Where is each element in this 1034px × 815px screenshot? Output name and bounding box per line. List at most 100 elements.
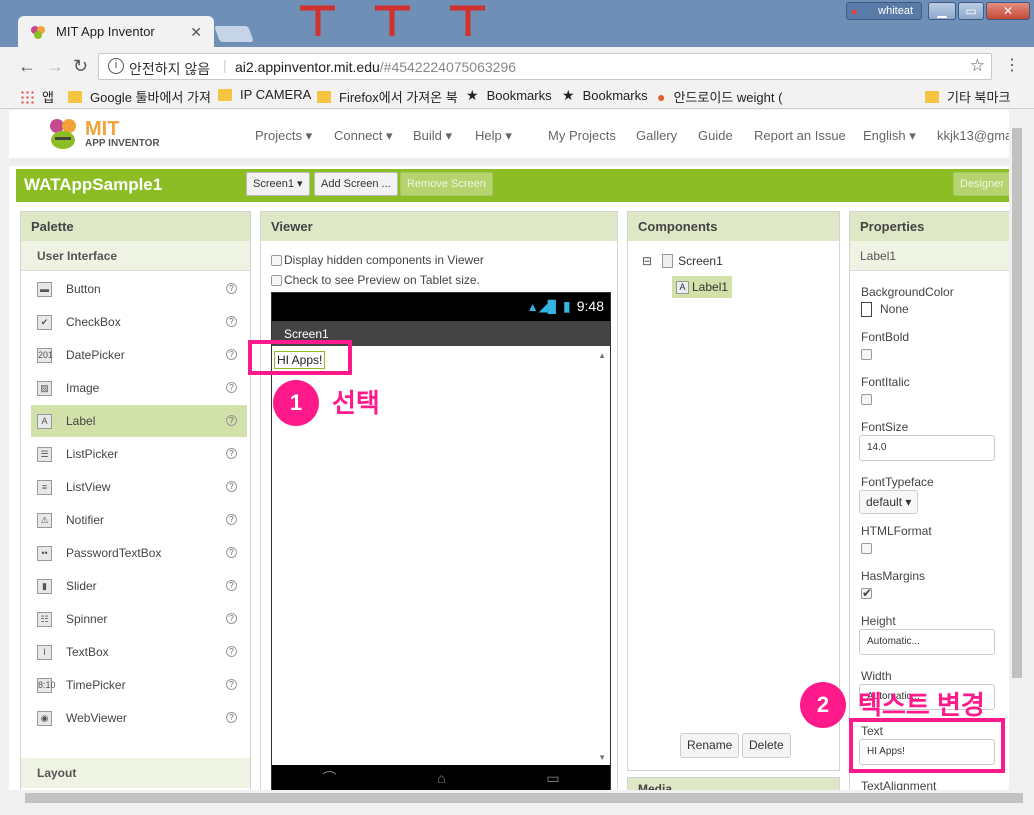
minimize-button[interactable]: ▁ <box>928 2 956 20</box>
tree-item-screen1[interactable]: Screen1 <box>678 254 723 268</box>
delete-button[interactable]: Delete <box>742 733 791 758</box>
help-icon[interactable]: ? <box>226 547 237 558</box>
menu-connect[interactable]: Connect ▾ <box>334 128 393 144</box>
prop-htmlformat-checkbox[interactable] <box>861 543 872 554</box>
tablet-preview-checkbox[interactable]: Check to see Preview on Tablet size. <box>271 273 480 287</box>
listpicker-icon: ☰ <box>37 446 52 462</box>
prop-fontitalic-checkbox[interactable] <box>861 394 872 405</box>
menu-help[interactable]: Help ▾ <box>475 128 512 144</box>
browser-menu-icon[interactable]: ⋮ <box>1004 55 1020 75</box>
bookmark-apps[interactable]: 앱 <box>20 87 54 106</box>
prop-fontbold-checkbox[interactable] <box>861 349 872 360</box>
help-icon[interactable]: ? <box>226 646 237 657</box>
rename-button[interactable]: Rename <box>680 733 740 758</box>
url-text: ai2.appinventor.mit.edu/#454222407506329… <box>235 59 517 75</box>
palette-category-user-interface[interactable]: User Interface <box>21 241 250 271</box>
scroll-up-icon[interactable]: ▲ <box>598 351 606 360</box>
menu-projects[interactable]: Projects ▾ <box>255 128 312 144</box>
help-icon[interactable]: ? <box>226 613 237 624</box>
menu-language[interactable]: English ▾ <box>863 128 916 144</box>
prop-height-input[interactable]: Automatic... <box>859 629 995 655</box>
palette-item-image[interactable]: ▨ Image? <box>31 372 247 404</box>
bookmark-folder-google[interactable]: Google 툴바에서 가져 <box>68 87 211 106</box>
screen-select[interactable]: Screen1 ▾ <box>246 172 310 196</box>
help-icon[interactable]: ? <box>226 580 237 591</box>
reload-icon[interactable]: ↻ <box>73 56 88 77</box>
help-icon[interactable]: ? <box>226 316 237 327</box>
designer-button[interactable]: Designer <box>953 172 1009 196</box>
maximize-button[interactable]: ▭ <box>958 2 984 20</box>
palette-item-textbox[interactable]: I TextBox? <box>31 636 247 668</box>
palette-item-datepicker[interactable]: 201 DatePicker? <box>31 339 247 371</box>
checkbox-icon[interactable] <box>271 254 282 266</box>
close-window-button[interactable]: ✕ <box>986 2 1030 20</box>
tree-item-label1[interactable]: Label1 <box>692 280 728 294</box>
help-icon[interactable]: ? <box>226 481 237 492</box>
bookmark-other[interactable]: 기타 북마크 <box>925 87 1010 106</box>
add-screen-button[interactable]: Add Screen ... <box>314 172 398 196</box>
palette-item-checkbox[interactable]: ✔ CheckBox? <box>31 306 247 338</box>
help-icon[interactable]: ? <box>226 514 237 525</box>
link-gallery[interactable]: Gallery <box>636 128 677 143</box>
palette-item-webviewer[interactable]: ◉ WebViewer? <box>31 702 247 734</box>
bookmark-bookmarks-2[interactable]: ★ Bookmarks <box>562 87 648 104</box>
bookmark-star-icon[interactable]: ☆ <box>970 56 985 76</box>
link-my-projects[interactable]: My Projects <box>548 128 616 143</box>
palette-item-slider[interactable]: ▮ Slider? <box>31 570 247 602</box>
display-hidden-checkbox[interactable]: Display hidden components in Viewer <box>271 253 484 267</box>
collapse-icon[interactable]: ⊟ <box>642 254 652 268</box>
profile-badge[interactable]: ● whiteat <box>846 2 922 20</box>
info-icon[interactable]: i <box>108 58 124 74</box>
palette-item-notifier[interactable]: ⚠ Notifier? <box>31 504 247 536</box>
project-toolbar: WATAppSample1 Screen1 ▾ Add Screen ... R… <box>16 169 1009 202</box>
webviewer-icon: ◉ <box>37 710 52 726</box>
page-vertical-scrollbar[interactable] <box>1009 110 1025 790</box>
properties-title: Properties <box>850 212 1009 241</box>
bookmark-folder-firefox[interactable]: Firefox에서 가져온 북 <box>317 87 458 106</box>
screen-icon <box>662 254 674 268</box>
tab-close-icon[interactable]: ✕ <box>190 24 202 41</box>
link-report-issue[interactable]: Report an Issue <box>754 128 846 143</box>
menu-build[interactable]: Build ▾ <box>413 128 452 144</box>
horizontal-scroll-thumb[interactable] <box>25 793 1023 803</box>
page-horizontal-scrollbar[interactable] <box>9 790 1025 806</box>
help-icon[interactable]: ? <box>226 415 237 426</box>
bookmark-folder-ipcamera[interactable]: IP CAMERA <box>218 87 311 102</box>
help-icon[interactable]: ? <box>226 712 237 723</box>
palette-item-listpicker[interactable]: ☰ ListPicker? <box>31 438 247 470</box>
phone-recent-icon: ▭ <box>546 769 560 786</box>
prop-fonttypeface-select[interactable]: default ▾ <box>859 490 919 514</box>
help-icon[interactable]: ? <box>226 382 237 393</box>
app-inventor-logo[interactable]: MIT APP INVENTOR <box>45 116 160 152</box>
palette-item-spinner[interactable]: ☷ Spinner? <box>31 603 247 635</box>
browser-tab[interactable]: MIT App Inventor ✕ <box>18 16 214 47</box>
prop-backgroundcolor-value[interactable]: None <box>861 302 909 318</box>
bookmark-android-weight[interactable]: ● 안드로이드 weight ( <box>657 87 782 106</box>
vertical-scroll-thumb[interactable] <box>1012 128 1022 678</box>
prop-fontsize-input[interactable]: 14.0 <box>859 435 995 461</box>
prop-backgroundcolor-label: BackgroundColor <box>861 285 954 299</box>
security-indicator[interactable]: 안전하지 않음 <box>129 59 210 79</box>
checkbox-icon[interactable] <box>271 274 282 286</box>
help-icon[interactable]: ? <box>226 679 237 690</box>
link-guide[interactable]: Guide <box>698 128 733 143</box>
remove-screen-button[interactable]: Remove Screen <box>400 172 493 196</box>
palette-item-button[interactable]: ▬ Button? <box>31 273 247 305</box>
palette-category-layout[interactable]: Layout <box>21 758 250 788</box>
back-icon[interactable]: ← <box>18 56 36 77</box>
new-tab-button[interactable] <box>214 26 254 42</box>
scroll-down-icon[interactable]: ▼ <box>598 753 606 762</box>
signal-icon: ▲◢▉ <box>526 300 558 314</box>
help-icon[interactable]: ? <box>226 283 237 294</box>
url-input[interactable]: i 안전하지 않음 | ai2.appinventor.mit.edu/#454… <box>98 53 992 80</box>
help-icon[interactable]: ? <box>226 448 237 459</box>
prop-hasmargins-checkbox[interactable]: ✔ <box>861 587 872 599</box>
help-icon[interactable]: ? <box>226 349 237 360</box>
bookmark-bookmarks-1[interactable]: ★ Bookmarks <box>466 87 552 104</box>
palette-item-passwordtextbox[interactable]: •• PasswordTextBox? <box>31 537 247 569</box>
forward-icon[interactable]: → <box>46 56 64 77</box>
palette-item-listview[interactable]: ≡ ListView? <box>31 471 247 503</box>
palette-item-timepicker[interactable]: 8:10 TimePicker? <box>31 669 247 701</box>
menu-account[interactable]: kkjk13@gmai <box>937 128 1009 143</box>
palette-item-label[interactable]: A Label? <box>31 405 247 437</box>
